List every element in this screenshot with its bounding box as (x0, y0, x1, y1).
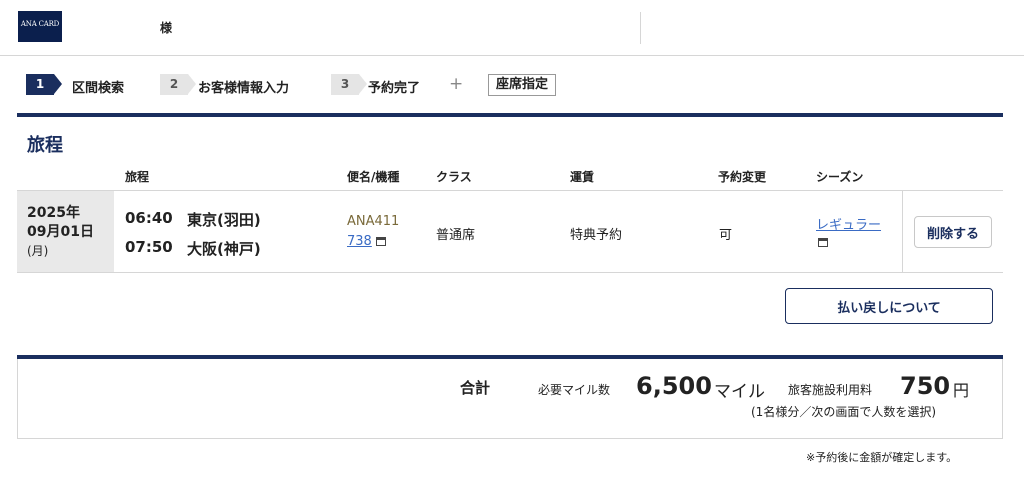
user-honorific: 様 (160, 21, 173, 35)
col-header-itinerary: 旅程 (125, 170, 150, 184)
required-miles-label: 必要マイル数 (538, 383, 611, 397)
logo-text: ANA CARD (20, 20, 60, 28)
depart-airport: 東京(羽田) (187, 211, 261, 229)
header-divider (640, 12, 641, 44)
step-2-number: 2 (160, 74, 196, 95)
season-link[interactable]: レギュラー (816, 214, 881, 233)
totals-box: 合計 必要マイル数 6,500 マイル 旅客施設利用料 750 円 (1名様分／… (17, 359, 1003, 439)
arrive-airport: 大阪(神戸) (187, 240, 261, 258)
seat-selection-step: 座席指定 (488, 74, 557, 96)
price-footnote: ※予約後に金額が確定します。 (806, 451, 958, 464)
plus-icon: + (449, 74, 464, 94)
facility-fee-value: 750 (900, 372, 951, 400)
facility-fee-label: 旅客施設利用料 (788, 383, 873, 397)
date-cell: 2025年 09月01日 (月) (17, 191, 114, 272)
flight-number: ANA411 (347, 214, 400, 229)
step-2-label: お客様情報入力 (198, 81, 290, 96)
refund-info-button[interactable]: 払い戻しについて (785, 288, 993, 324)
fare-value: 特典予約 (570, 228, 623, 243)
date-year: 2025年 (27, 205, 80, 221)
table-row: 2025年 09月01日 (月) 06:40 東京(羽田) 07:50 大阪(神… (17, 190, 1003, 273)
per-person-note: (1名様分／次の画面で人数を選択) (751, 405, 936, 419)
change-value: 可 (719, 228, 733, 243)
document-icon (375, 237, 386, 246)
action-divider (902, 191, 903, 272)
col-header-season: シーズン (816, 170, 864, 184)
aircraft-link[interactable]: 738 (347, 234, 372, 249)
aircraft-cell: 738 (347, 234, 386, 249)
step-3-number: 3 (331, 74, 367, 95)
col-header-flight: 便名/機種 (347, 170, 400, 184)
date-weekday: (月) (27, 244, 49, 258)
document-icon (818, 238, 828, 247)
yen-unit: 円 (953, 381, 970, 400)
date-monthday: 09月01日 (27, 224, 94, 240)
step-3-label: 予約完了 (368, 81, 421, 96)
step-1-number: 1 (26, 74, 62, 95)
arrive-time: 07:50 (125, 238, 173, 256)
required-miles-value: 6,500 (636, 372, 712, 400)
col-header-fare: 運賃 (570, 170, 595, 184)
step-1-label: 区間検索 (72, 81, 125, 96)
depart-time: 06:40 (125, 209, 173, 227)
miles-unit: マイル (714, 382, 765, 402)
header: ANA CARD 様 (0, 0, 1024, 56)
delete-button[interactable]: 削除する (914, 216, 992, 248)
itinerary-title: 旅程 (27, 135, 63, 156)
section-divider (17, 113, 1003, 117)
col-header-class: クラス (436, 170, 472, 184)
col-header-change: 予約変更 (718, 170, 767, 184)
total-label: 合計 (460, 379, 491, 397)
ana-card-logo[interactable]: ANA CARD (18, 11, 62, 42)
class-value: 普通席 (436, 228, 476, 243)
